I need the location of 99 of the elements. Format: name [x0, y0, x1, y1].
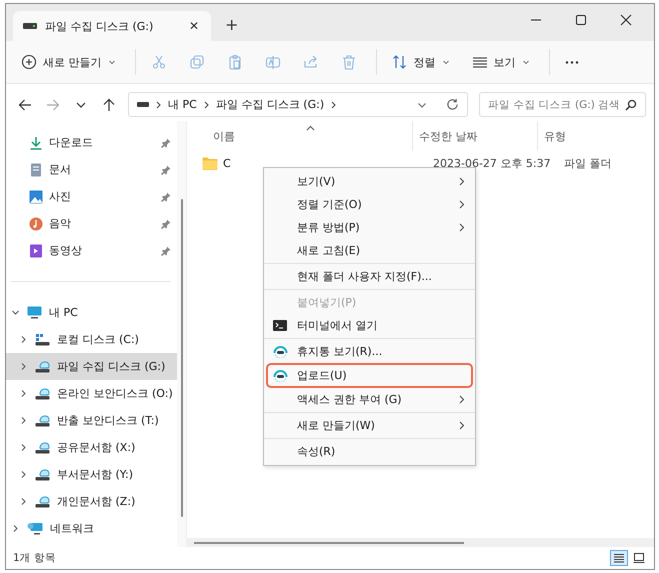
maximize-icon[interactable]: [575, 14, 587, 26]
chevron-icon: [204, 100, 209, 108]
toolbar-button[interactable]: 새로 만들기: [12, 49, 124, 75]
chevron-icon[interactable]: [19, 335, 28, 344]
sidebar-item[interactable]: 동영상: [6, 237, 177, 264]
menu-item[interactable]: 터미널에서 열기: [266, 314, 473, 337]
trash-icon: [340, 54, 356, 70]
column-header[interactable]: 유형: [537, 121, 627, 151]
drive-icon: [23, 23, 37, 29]
plus-circle-icon: [21, 54, 37, 70]
item-count: 1개 항목: [13, 551, 56, 565]
column-header[interactable]: 이름: [187, 121, 412, 151]
menu-item[interactable]: 새로 고침(E): [266, 239, 473, 262]
network-drive-icon: [35, 388, 50, 400]
chevron-icon[interactable]: [331, 100, 336, 108]
address-segment[interactable]: 파일 수집 디스크 (G:): [216, 97, 324, 112]
chevron-icon: [459, 177, 465, 186]
file-name[interactable]: C: [223, 156, 231, 170]
network-drive-icon: [35, 360, 50, 372]
menu-item[interactable]: 정렬 기준(O): [266, 193, 473, 216]
download-icon: [29, 136, 43, 150]
menu-item[interactable]: 현재 폴더 사용자 지정(F)...: [266, 265, 473, 288]
tab-title: 파일 수집 디스크 (G:): [45, 18, 154, 34]
cloud-logo-icon: [273, 345, 288, 358]
document-icon: [29, 162, 43, 176]
details-view-icon: [613, 552, 625, 564]
menu-item[interactable]: 새로 만들기(W): [266, 414, 473, 437]
chevron-icon[interactable]: [19, 470, 28, 479]
table-cell-text: 파일 폴더: [563, 156, 612, 170]
back-arrow-icon: [18, 98, 32, 112]
menu-item[interactable]: 액세스 권한 부여 (G): [266, 388, 473, 411]
sort-icon: [392, 54, 408, 70]
column-header[interactable]: 수정한 날짜: [412, 121, 537, 151]
chevron-icon[interactable]: [11, 524, 20, 533]
chevron-icon: [459, 421, 465, 430]
close-icon[interactable]: [620, 14, 632, 26]
more-icon: [564, 60, 578, 64]
table-cell-text: 2023-06-27 오후 5:37: [432, 156, 552, 170]
drive-icon: [35, 334, 50, 346]
chevron-icon: [459, 200, 465, 209]
cloud-logo-icon: [273, 369, 288, 382]
window-tab[interactable]: 파일 수집 디스크 (G:) ✕: [13, 11, 211, 41]
sidebar-item[interactable]: 음악: [6, 210, 177, 237]
sidebar-item[interactable]: 다운로드: [6, 129, 177, 156]
details-view-button[interactable]: [610, 550, 628, 566]
forward-arrow-icon: [46, 98, 60, 112]
refresh-icon[interactable]: [446, 98, 459, 111]
tree-item[interactable]: 파일 수집 디스크 (G:): [6, 353, 177, 380]
up-arrow-icon: [102, 98, 116, 112]
menu-item[interactable]: 업로드(U): [266, 363, 473, 388]
menu-item[interactable]: 보기(V): [266, 170, 473, 193]
menu-item[interactable]: 휴지통 보기(R)...: [266, 340, 473, 363]
search-icon: [625, 99, 637, 111]
drive-icon: [137, 102, 149, 107]
tree-item[interactable]: 내 PC: [6, 299, 177, 326]
share-icon: [302, 54, 318, 70]
toolbar-button[interactable]: 보기: [462, 49, 538, 75]
music-icon: [29, 216, 43, 230]
search-field[interactable]: 파일 수집 디스크 (G:) 검색: [479, 92, 646, 117]
toolbar-button[interactable]: 정렬: [382, 49, 458, 75]
terminal-icon: [273, 320, 287, 331]
network-drive-icon: [35, 496, 50, 508]
network-drive-icon: [35, 442, 50, 454]
video-icon: [29, 244, 43, 258]
new-tab-button[interactable]: +: [221, 15, 242, 34]
tree-item[interactable]: 온라인 보안디스크 (O:): [6, 380, 177, 407]
clipboard-icon: [226, 54, 242, 70]
tree-item[interactable]: 네트워크: [6, 515, 177, 542]
close-tab-button[interactable]: ✕: [184, 19, 203, 33]
menu-item[interactable]: 속성(R): [266, 440, 473, 463]
tree-item[interactable]: 반출 보안디스크 (T:): [6, 407, 177, 434]
address-bar[interactable]: 내 PC 파일 수집 디스크 (G:): [128, 92, 468, 117]
folder-icon: [202, 156, 218, 170]
chevron-icon[interactable]: [11, 308, 20, 317]
scissors-icon: [150, 54, 166, 70]
chevron-icon[interactable]: [19, 443, 28, 452]
sidebar-item[interactable]: 사진: [6, 183, 177, 210]
picture-icon: [29, 190, 43, 204]
menu-item[interactable]: 분류 방법(P): [266, 216, 473, 239]
network-icon: [27, 522, 43, 535]
tree-item[interactable]: 공유문서함 (X:): [6, 434, 177, 461]
tree-item[interactable]: 개인문서함 (Z:): [6, 488, 177, 515]
network-drive-icon: [35, 468, 50, 480]
chevron-icon: [459, 223, 465, 232]
chevron-icon[interactable]: [19, 497, 28, 506]
tree-item[interactable]: 부서문서함 (Y:): [6, 461, 177, 488]
chevron-icon[interactable]: [19, 362, 28, 371]
chevron-icon[interactable]: [19, 389, 28, 398]
address-segment[interactable]: 내 PC: [168, 97, 197, 112]
rename-icon: [264, 54, 280, 70]
chevron-icon[interactable]: [19, 416, 28, 425]
chevron-icon: [459, 395, 465, 404]
sidebar-item[interactable]: 문서: [6, 156, 177, 183]
network-drive-icon: [35, 414, 50, 426]
tree-item[interactable]: 로컬 디스크 (C:): [6, 326, 177, 353]
tiles-view-icon: [633, 552, 645, 564]
chevron-icon: [156, 100, 161, 108]
copy-icon: [188, 54, 204, 70]
computer-icon: [27, 306, 42, 319]
